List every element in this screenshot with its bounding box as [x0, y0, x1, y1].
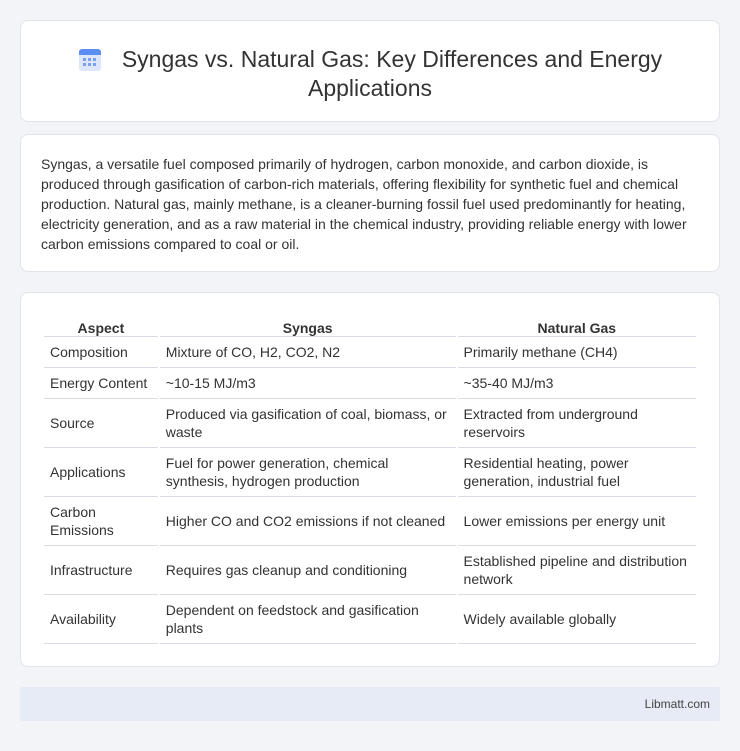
table-cell: Applications — [44, 448, 158, 497]
header-aspect: Aspect — [44, 315, 158, 337]
table-row: Source Produced via gasification of coal… — [44, 399, 696, 448]
summary-text: Syngas, a versatile fuel composed primar… — [41, 156, 687, 252]
table-row: Infrastructure Requires gas cleanup and … — [44, 546, 696, 595]
table-cell: Lower emissions per energy unit — [457, 497, 696, 546]
table-cell: Infrastructure — [44, 546, 158, 595]
table-row: Carbon Emissions Higher CO and CO2 emiss… — [44, 497, 696, 546]
comparison-card: Aspect Syngas Natural Gas Composition Mi… — [20, 292, 720, 667]
table-cell: Residential heating, power generation, i… — [457, 448, 696, 497]
header-syngas: Syngas — [159, 315, 456, 337]
footer-brand[interactable]: Libmatt.com — [645, 697, 710, 711]
title-card: Syngas vs. Natural Gas: Key Differences … — [20, 20, 720, 122]
page-title-wrap: Syngas vs. Natural Gas: Key Differences … — [21, 45, 719, 103]
table-cell: Higher CO and CO2 emissions if not clean… — [159, 497, 456, 546]
table-cell: Widely available globally — [457, 595, 696, 644]
page-title: Syngas vs. Natural Gas: Key Differences … — [121, 46, 663, 101]
table-cell: Source — [44, 399, 158, 448]
table-cell: Established pipeline and distribution ne… — [457, 546, 696, 595]
comparison-table: Aspect Syngas Natural Gas Composition Mi… — [42, 315, 698, 644]
table-cell: Composition — [44, 337, 158, 368]
table-row: Applications Fuel for power generation, … — [44, 448, 696, 497]
table-row: Energy Content ~10-15 MJ/m3 ~35-40 MJ/m3 — [44, 368, 696, 399]
table-row: Composition Mixture of CO, H2, CO2, N2 P… — [44, 337, 696, 368]
table-cell: Availability — [44, 595, 158, 644]
table-row: Availability Dependent on feedstock and … — [44, 595, 696, 644]
table-cell: Dependent on feedstock and gasification … — [159, 595, 456, 644]
table-cell: Mixture of CO, H2, CO2, N2 — [159, 337, 456, 368]
table-cell: ~35-40 MJ/m3 — [457, 368, 696, 399]
table-cell: Primarily methane (CH4) — [457, 337, 696, 368]
calendar-icon — [78, 48, 101, 71]
table-cell: Carbon Emissions — [44, 497, 158, 546]
header-natural-gas: Natural Gas — [457, 315, 696, 337]
table-cell: Energy Content — [44, 368, 158, 399]
table-cell: Produced via gasification of coal, bioma… — [159, 399, 456, 448]
table-cell: Requires gas cleanup and conditioning — [159, 546, 456, 595]
footer: Libmatt.com — [20, 687, 720, 721]
table-cell: Extracted from underground reservoirs — [457, 399, 696, 448]
table-header-row: Aspect Syngas Natural Gas — [44, 315, 696, 337]
table-cell: Fuel for power generation, chemical synt… — [159, 448, 456, 497]
table-cell: ~10-15 MJ/m3 — [159, 368, 456, 399]
summary-card: Syngas, a versatile fuel composed primar… — [20, 134, 720, 272]
